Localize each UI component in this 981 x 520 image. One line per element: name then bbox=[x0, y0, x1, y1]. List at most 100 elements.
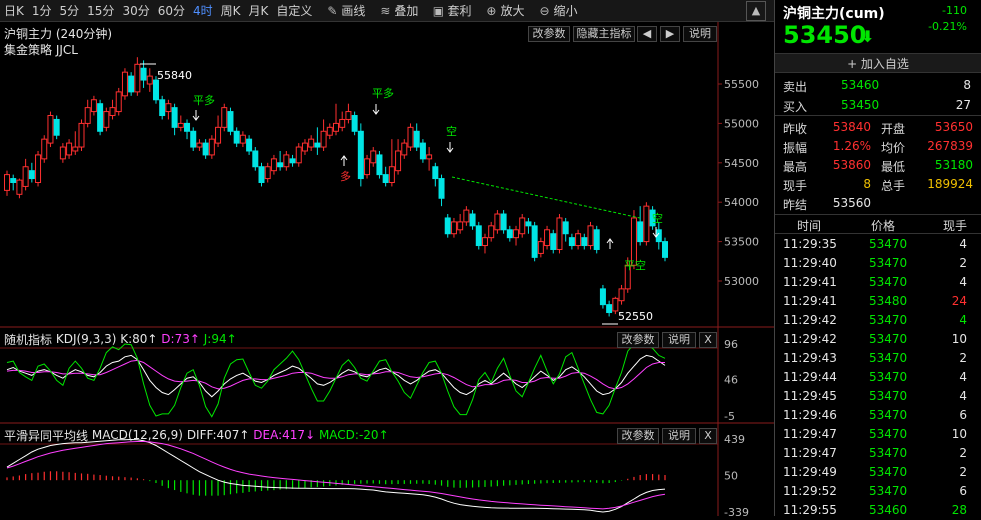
tick-header-price: 价格 bbox=[871, 219, 896, 233]
price-tick-label: 55500 bbox=[724, 78, 759, 91]
candle-body bbox=[84, 107, 91, 124]
candle-body bbox=[190, 130, 197, 148]
candle-body bbox=[426, 154, 433, 160]
stack-icon: ≋ bbox=[380, 3, 391, 18]
scroll-left-button[interactable]: ◀ bbox=[637, 26, 657, 42]
tick-volume: 2 bbox=[959, 351, 967, 365]
tick-header-volume: 现手 bbox=[942, 219, 967, 233]
stat-label: 均价 bbox=[881, 141, 906, 155]
tick-row: 11:29:42 53470 10 bbox=[775, 330, 981, 349]
candle-body bbox=[28, 170, 35, 180]
kdj-j-line bbox=[6, 343, 666, 418]
tool-button-放大[interactable]: ⊕ 放大 bbox=[481, 0, 528, 22]
kdj-header: 随机指标 KDJ(9,3,3) K:80↑ D:73↑ J:94↑ bbox=[4, 330, 237, 348]
tick-time: 11:29:43 bbox=[783, 351, 837, 365]
main-help-button[interactable]: 说明 bbox=[683, 26, 717, 42]
macd-dea-value: DEA:417↓ bbox=[253, 428, 316, 442]
high-price-label: 55840 bbox=[157, 69, 192, 82]
candle-body bbox=[544, 229, 551, 247]
candle-body bbox=[444, 217, 451, 235]
kdj-params-button[interactable]: 改参数 bbox=[617, 332, 659, 348]
candle-body bbox=[109, 107, 116, 117]
hide-main-indicator-button[interactable]: 隐藏主指标 bbox=[573, 26, 635, 42]
candle-body bbox=[308, 138, 315, 148]
tick-time: 11:29:49 bbox=[783, 465, 837, 479]
sell-row: 卖出 53460 8 bbox=[775, 76, 981, 95]
chart-area: 55500 55000 54500 54000 53500 53000 55840 52550… bbox=[0, 22, 774, 516]
stat-label: 昨收 bbox=[783, 122, 808, 136]
period-tab-2[interactable]: 5分 bbox=[56, 0, 84, 22]
candle-body bbox=[525, 221, 532, 227]
tick-price: 53470 bbox=[869, 351, 908, 365]
kdj-help-button[interactable]: 说明 bbox=[662, 332, 696, 348]
tick-price: 53470 bbox=[869, 427, 908, 441]
tool-button-缩小[interactable]: ⊖ 缩小 bbox=[534, 0, 581, 22]
kdj-close-button[interactable]: X bbox=[699, 332, 717, 348]
period-tab-0[interactable]: 日K bbox=[0, 0, 28, 22]
candle-body bbox=[53, 118, 60, 136]
period-tab-6[interactable]: 4时 bbox=[189, 0, 217, 22]
tick-price: 53470 bbox=[869, 484, 908, 498]
candle-body bbox=[159, 99, 166, 117]
candle-body bbox=[47, 115, 54, 144]
candle-body bbox=[283, 154, 290, 168]
candle-body bbox=[184, 122, 191, 132]
candle-body bbox=[506, 229, 513, 239]
candle-body bbox=[221, 107, 228, 128]
tool-button-画线[interactable]: ✎ 画线 bbox=[322, 0, 369, 22]
stats-row: 昨收 53840 开盘 53650 bbox=[775, 118, 981, 137]
candle-body bbox=[16, 179, 23, 195]
period-tab-4[interactable]: 30分 bbox=[118, 0, 153, 22]
candle-body bbox=[208, 138, 215, 156]
tick-price: 53470 bbox=[869, 256, 908, 270]
macd-help-button[interactable]: 说明 bbox=[662, 428, 696, 444]
candle-body bbox=[326, 126, 333, 136]
candle-body bbox=[593, 229, 600, 250]
tick-volume: 2 bbox=[959, 465, 967, 479]
kdj-tick-label: 46 bbox=[724, 374, 738, 387]
tool-button-套利[interactable]: ▣ 套利 bbox=[428, 0, 475, 22]
candle-body bbox=[171, 107, 178, 128]
signal-label-short: 空 bbox=[652, 211, 663, 225]
candle-body bbox=[587, 225, 594, 247]
tick-volume: 10 bbox=[951, 427, 967, 441]
collapse-toolbar-icon[interactable]: ▲ bbox=[746, 1, 766, 21]
candle-body bbox=[339, 118, 346, 128]
scroll-right-button[interactable]: ▶ bbox=[660, 26, 680, 42]
tick-row: 11:29:52 53470 6 bbox=[775, 482, 981, 501]
main-params-button[interactable]: 改参数 bbox=[528, 26, 570, 42]
tick-price: 53470 bbox=[869, 370, 908, 384]
tick-volume: 4 bbox=[959, 237, 967, 251]
candle-body bbox=[438, 178, 445, 199]
tool-label: 套利 bbox=[447, 3, 472, 18]
tick-row: 11:29:55 53460 28 bbox=[775, 501, 981, 520]
macd-tick-label: 439 bbox=[724, 433, 745, 446]
candle-body bbox=[246, 138, 253, 152]
candle-body bbox=[140, 67, 147, 81]
tick-price: 53470 bbox=[869, 408, 908, 422]
period-tab-3[interactable]: 15分 bbox=[83, 0, 118, 22]
candle-body bbox=[333, 122, 339, 132]
period-tab-8[interactable]: 月K bbox=[245, 0, 273, 22]
tick-time: 11:29:55 bbox=[783, 503, 837, 517]
sell-label: 卖出 bbox=[783, 80, 808, 94]
tool-button-叠加[interactable]: ≋ 叠加 bbox=[375, 0, 422, 22]
candle-body bbox=[152, 79, 159, 101]
stats-row: 振幅 1.26% 均价 267839 bbox=[775, 137, 981, 156]
buy-label: 买入 bbox=[783, 100, 808, 114]
candle-body bbox=[202, 142, 209, 156]
period-tab-5[interactable]: 60分 bbox=[154, 0, 189, 22]
macd-tick-label: 50 bbox=[724, 470, 738, 483]
period-tab-7[interactable]: 周K bbox=[217, 0, 245, 22]
quote-panel: 沪铜主力(cum) 53450 ⬇ -110 -0.21% + 加入自选 卖出 … bbox=[774, 0, 981, 517]
signal-label-short: 空 bbox=[446, 124, 457, 138]
candle-body bbox=[10, 178, 17, 183]
stats-row: 昨结 53560 bbox=[775, 194, 981, 213]
add-watchlist-button[interactable]: + 加入自选 bbox=[775, 53, 981, 73]
macd-close-button[interactable]: X bbox=[699, 428, 717, 444]
candle-body bbox=[562, 221, 569, 235]
period-tab-9[interactable]: 自定义 bbox=[272, 0, 316, 22]
candle-body bbox=[103, 111, 110, 128]
macd-params-button[interactable]: 改参数 bbox=[617, 428, 659, 444]
period-tab-1[interactable]: 1分 bbox=[28, 0, 56, 22]
